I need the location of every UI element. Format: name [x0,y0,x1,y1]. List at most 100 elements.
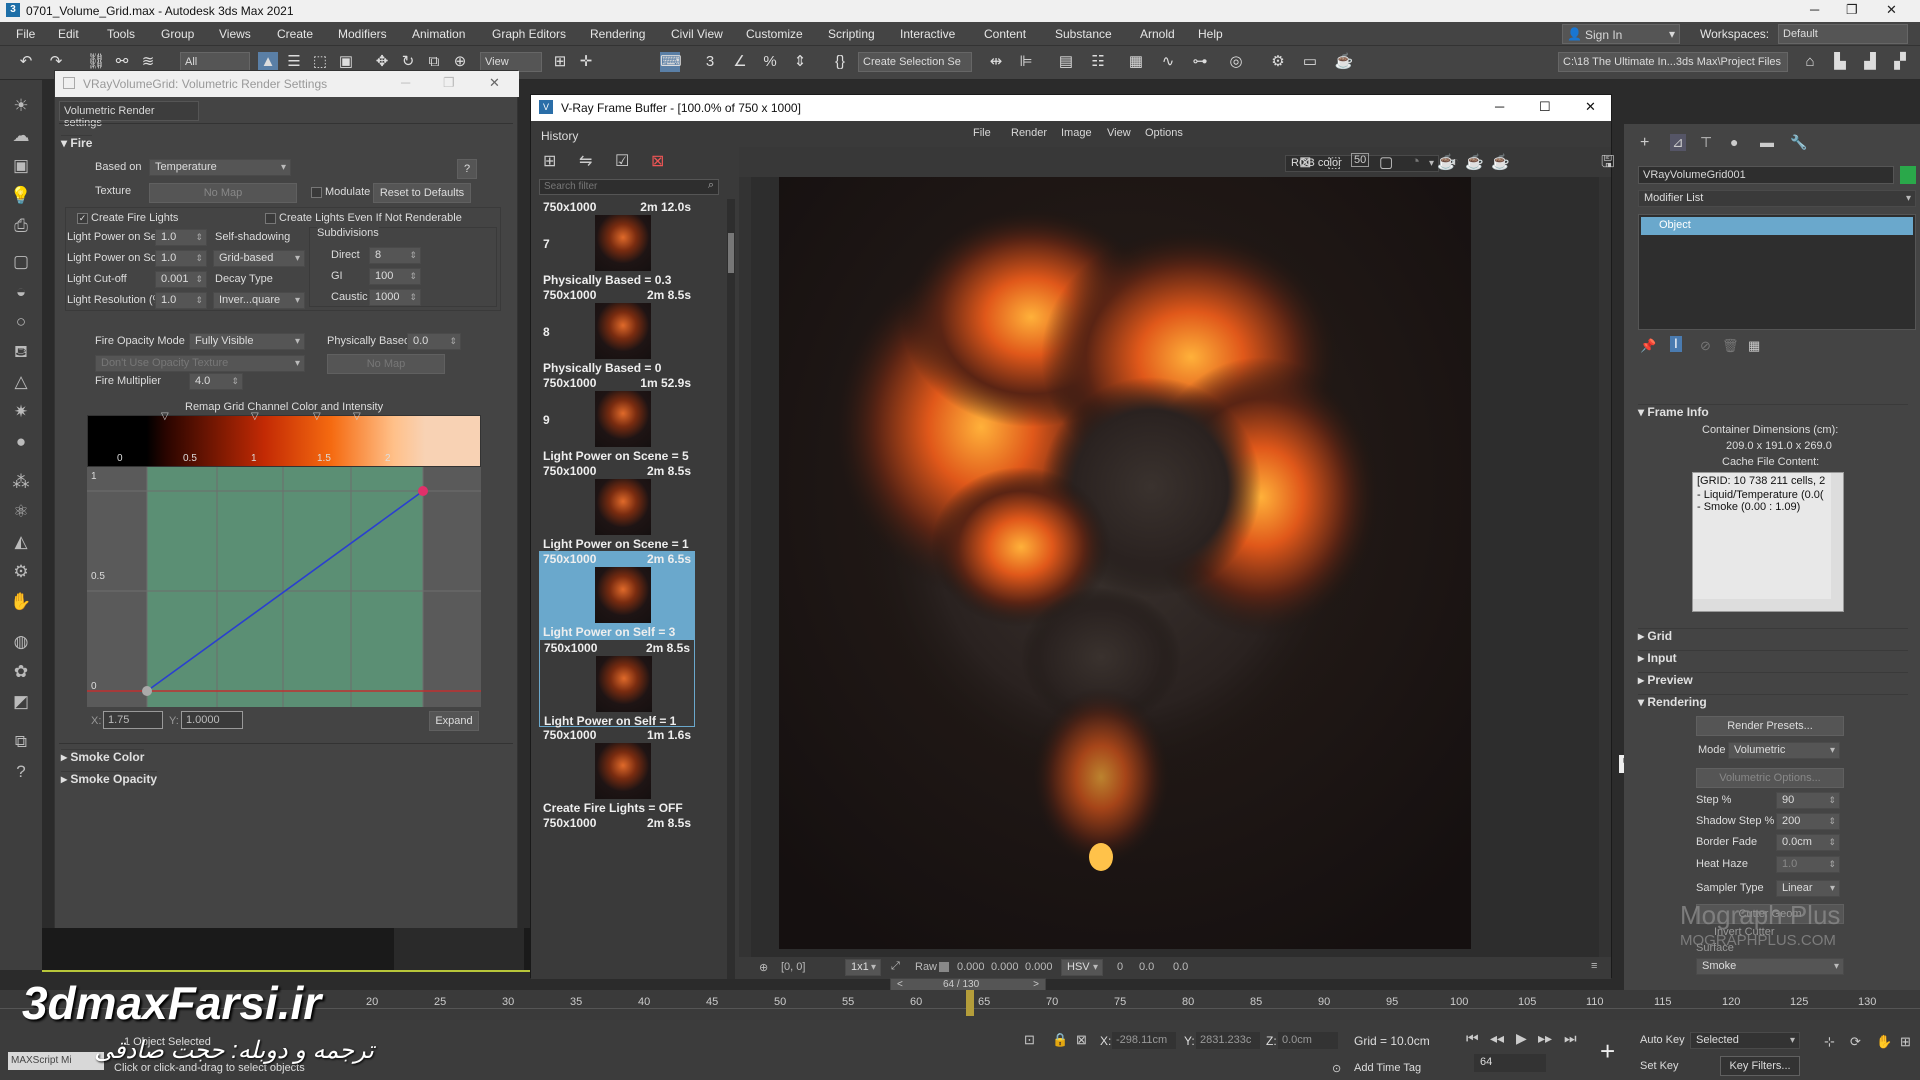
gear-icon[interactable]: ⚙ [9,560,33,584]
smoke-color-rollout[interactable]: ▸ Smoke Color [61,749,145,767]
zoom-50-icon[interactable]: 50 [1351,153,1370,167]
schematic-view-icon[interactable]: ⊶ [1190,52,1210,72]
bind-space-warp-icon[interactable]: ≋ [138,52,158,72]
render-setup-icon[interactable]: ⚙ [1268,52,1288,72]
sign-in-dropdown[interactable]: 👤 Sign In ▾ [1562,24,1680,44]
material-ball-icon[interactable]: ● [9,430,33,454]
input-rollout[interactable]: ▸ Input [1638,650,1908,668]
color-mode-dropdown[interactable]: HSV [1061,959,1103,976]
stack-item-object[interactable]: Object [1641,217,1913,235]
vfb-menu-options[interactable]: Options [1145,127,1183,139]
link-icon[interactable]: ⛓ [86,52,106,72]
zoom-extents-icon[interactable]: ⊹ [1824,1034,1835,1050]
ramp-marker[interactable]: ▽ [161,411,169,422]
auto-key-button[interactable]: Auto Key [1640,1034,1685,1046]
delete-history-icon[interactable]: ⊠ [651,151,664,171]
zoom-dropdown[interactable]: 1x1 [845,959,881,976]
create-tab-icon[interactable]: + [1640,134,1649,152]
image-icon[interactable]: ▣ [9,154,33,178]
align-icon[interactable]: ⊫ [1016,52,1036,72]
globe-icon[interactable]: ◍ [9,630,33,654]
place-icon[interactable]: ⊕ [450,52,470,72]
spinner-snap-icon[interactable]: ⇕ [790,52,810,72]
y-coord-field[interactable]: 2831.233c [1196,1032,1260,1049]
clear-image-icon[interactable]: ⊠ [1299,153,1312,171]
camera-icon[interactable]: ⎙ [9,214,33,238]
step-spinner[interactable]: 90 [1776,792,1840,809]
x-coord-input[interactable]: 1.75 [103,711,163,729]
set-key-button[interactable]: Set Key [1640,1060,1679,1072]
maxscript-listener[interactable]: MAXScript Mi [8,1052,104,1070]
fire-rollout-toggle[interactable]: ▾ Fire [61,135,93,153]
log-icon[interactable]: ≡ [1591,960,1597,972]
opacity-texture-dropdown[interactable]: Don't Use Opacity Texture [95,355,305,372]
open-icon[interactable]: ▙ [1830,52,1850,72]
unlink-icon[interactable]: ⚯ [112,52,132,72]
create-lights-even-checkbox[interactable] [265,213,276,224]
project-folder-icon[interactable]: ⌂ [1800,52,1820,72]
box-icon[interactable]: ▢ [9,250,33,274]
menu-substance[interactable]: Substance [1055,27,1112,41]
based-on-dropdown[interactable]: Temperature [149,159,291,176]
direct-spinner[interactable]: 8 [369,247,421,264]
geometry-icon[interactable]: ◭ [9,530,33,554]
time-slider-handle[interactable] [966,990,974,1016]
ramp-marker[interactable]: ▽ [353,411,361,422]
opacity-map-button[interactable]: No Map [327,354,445,374]
sun-icon[interactable]: ☀ [9,94,33,118]
save-to-history-icon[interactable]: ⊞ [543,151,556,171]
help-button[interactable]: ? [457,159,477,179]
viewport-area[interactable] [42,928,532,972]
sphere-icon[interactable]: ○ [9,310,33,334]
layers-icon[interactable]: ⧉ [9,730,33,754]
absolute-mode-icon[interactable]: ⊠ [1076,1032,1087,1048]
menu-civil-view[interactable]: Civil View [671,27,723,41]
history-item-selected[interactable]: Light Power on Scene = 1 750x1000 2m 6.5… [539,537,695,639]
history-item[interactable]: 750x1000 2m 8.5s Light Power on Self = 1 [539,639,695,728]
pixel-picker-icon[interactable]: ⤢ [891,960,900,973]
menu-scripting[interactable]: Scripting [828,27,875,41]
particles-icon[interactable]: ⁂ [9,470,33,494]
scrollbar-thumb[interactable] [728,233,734,273]
physically-based-spinner[interactable]: 0.0 [407,333,461,350]
save-image-icon[interactable]: 🖫 [1601,151,1615,178]
settings-icon[interactable]: ▞ [1890,52,1910,72]
tab-volumetric-render-settings[interactable]: Volumetric Render settings [59,101,199,129]
colors-icon[interactable]: ✿ [9,660,33,684]
window-crossing-icon[interactable]: ▣ [336,52,356,72]
display-tab-icon[interactable]: ▬ [1760,134,1774,150]
minimize-icon[interactable]: ─ [1495,99,1504,114]
pivot-icon[interactable]: ⊞ [550,52,570,72]
ramp-marker[interactable]: ▽ [251,411,259,422]
hand-icon[interactable]: ✋ [9,590,33,614]
decay-type-dropdown[interactable]: Inver...quare [213,292,305,309]
vfb-menu-view[interactable]: View [1107,127,1131,139]
render-interactive-icon[interactable]: ☕ [1465,153,1484,171]
remove-modifier-icon[interactable]: 🗑 [1722,338,1739,354]
cache-vscroll[interactable] [1831,473,1843,611]
menu-help[interactable]: Help [1198,27,1223,41]
sampler-type-dropdown[interactable]: Linear [1776,880,1840,897]
next-frame-icon[interactable]: ▸▸ [1538,1030,1552,1047]
compare-ab-icon[interactable]: ⇋ [579,151,592,171]
vray-icon[interactable]: ◩ [9,690,33,714]
minimize-icon[interactable]: ─ [1810,2,1819,17]
close-icon[interactable]: ✕ [489,75,500,91]
track-mouse-icon[interactable]: ▢ [1379,153,1393,171]
heat-haze-spinner[interactable]: 1.0 [1776,856,1840,873]
restore-icon[interactable]: ❐ [443,75,455,91]
color-ramp[interactable] [87,415,481,467]
key-filters-button[interactable]: Key Filters... [1720,1056,1800,1076]
history-item[interactable]: 750x1000 2m 8.5s [539,815,695,903]
modify-tab-icon[interactable]: ⊿ [1670,134,1686,151]
menu-edit[interactable]: Edit [58,27,79,41]
maximize-viewport-icon[interactable]: ⊞ [1900,1034,1911,1050]
history-item[interactable]: 750x1000 1m 1.6s Create Fire Lights = OF… [539,727,695,815]
pixel-info-icon[interactable]: ⊕ [759,961,768,974]
menu-rendering[interactable]: Rendering [590,27,645,41]
project-path-dropdown[interactable]: C:\18 The Ultimate In...3ds Max\Project … [1558,52,1788,72]
workspace-dropdown[interactable]: Default [1778,24,1908,44]
selection-filter-dropdown[interactable]: All [180,52,250,72]
select-by-name-icon[interactable]: ☰ [284,52,304,72]
region-render-icon[interactable]: ⬚ [1327,153,1341,171]
